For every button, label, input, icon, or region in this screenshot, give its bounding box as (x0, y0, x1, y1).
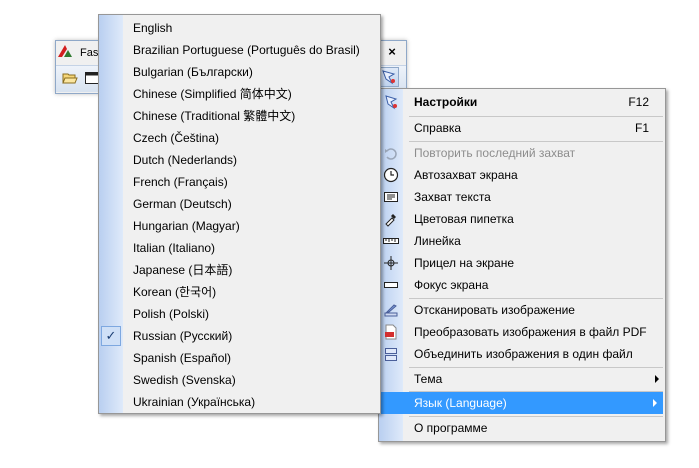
menu-item-label: French (Français) (133, 175, 228, 189)
lang-item-chinese-simplified[interactable]: Chinese (Simplified 简体中文) (99, 83, 380, 105)
menu-item-repeat-capture[interactable]: Повторить последний захват (379, 142, 665, 164)
lang-item-czech[interactable]: Czech (Čeština) (99, 127, 380, 149)
lang-item-bulgarian[interactable]: Bulgarian (Български) (99, 61, 380, 83)
menu-item-label: Прицел на экране (414, 256, 515, 270)
close-button[interactable]: × (384, 43, 400, 61)
menu-item-label: Захват текста (414, 190, 491, 204)
menu-item-auto-capture[interactable]: Автозахват экрана (379, 164, 665, 186)
menu-item-label: Цветовая пипетка (414, 212, 514, 226)
lang-item-italian[interactable]: Italian (Italiano) (99, 237, 380, 259)
menu-item-label: Фокус экрана (414, 278, 489, 292)
menu-item-label: Russian (Русский) (133, 329, 233, 343)
menu-item-color-picker[interactable]: Цветовая пипетка (379, 208, 665, 230)
menu-item-label: Dutch (Nederlands) (133, 153, 238, 167)
menu-item-label: Czech (Čeština) (133, 131, 220, 145)
menu-item-label: Bulgarian (Български) (133, 65, 253, 79)
pdf-icon (385, 324, 397, 340)
menu-item-label: Japanese (日本語) (133, 263, 233, 277)
menu-item-label: Отсканировать изображение (414, 303, 575, 317)
lang-item-korean[interactable]: Korean (한국어) (99, 281, 380, 303)
menu-item-combine[interactable]: Объединить изображения в один файл (379, 343, 665, 365)
menu-item-focus[interactable]: Фокус экрана (379, 274, 665, 296)
lang-item-spanish[interactable]: Spanish (Español) (99, 347, 380, 369)
menu-item-label: Hungarian (Magyar) (133, 219, 240, 233)
menu-item-theme[interactable]: Тема (379, 368, 665, 390)
lang-item-dutch[interactable]: Dutch (Nederlands) (99, 149, 380, 171)
menu-item-label: Справка (414, 121, 462, 135)
app-title: Fast (80, 47, 102, 59)
menu-item-label: О программе (414, 421, 488, 435)
check-mark-icon: ✓ (101, 326, 121, 346)
lang-item-ukrainian[interactable]: Ukrainian (Українська) (99, 391, 380, 413)
menu-item-label: Chinese (Traditional 繁體中文) (133, 109, 296, 123)
lang-item-chinese-traditional[interactable]: Chinese (Traditional 繁體中文) (99, 105, 380, 127)
combine-images-icon (385, 348, 397, 361)
lang-item-swedish[interactable]: Swedish (Svenska) (99, 369, 380, 391)
open-folder-icon[interactable] (62, 70, 78, 86)
menu-item-language[interactable]: Язык (Language) (381, 392, 663, 414)
menu-item-crosshair[interactable]: Прицел на экране (379, 252, 665, 274)
lang-item-japanese[interactable]: Japanese (日本語) (99, 259, 380, 281)
menu-item-scan[interactable]: Отсканировать изображение (379, 299, 665, 321)
menu-item-label: Brazilian Portuguese (Português do Brasi… (133, 43, 360, 57)
menu-item-help[interactable]: Справка F1 (379, 117, 665, 139)
lang-item-polish[interactable]: Polish (Polski) (99, 303, 380, 325)
menu-item-label: Polish (Polski) (133, 307, 210, 321)
menu-item-label: Линейка (414, 234, 461, 248)
menu-item-label: Chinese (Simplified 简体中文) (133, 87, 292, 101)
lang-item-brazilian-portuguese[interactable]: Brazilian Portuguese (Português do Brasi… (99, 39, 380, 61)
settings-icon (385, 95, 398, 110)
menu-item-text-capture[interactable]: Захват текста (379, 186, 665, 208)
menu-item-to-pdf[interactable]: Преобразовать изображения в файл PDF (379, 321, 665, 343)
scanner-icon (384, 304, 398, 317)
menu-item-label: Swedish (Svenska) (133, 373, 236, 387)
menu-item-label: Настройки (414, 95, 478, 109)
menu-item-label: Язык (Language) (414, 396, 507, 410)
menu-item-label: German (Deutsch) (133, 197, 232, 211)
language-submenu: English Brazilian Portuguese (Português … (98, 14, 381, 414)
eyedropper-icon (385, 214, 396, 227)
menu-item-label: Преобразовать изображения в файл PDF (414, 325, 647, 339)
lang-item-german[interactable]: German (Deutsch) (99, 193, 380, 215)
lang-item-hungarian[interactable]: Hungarian (Magyar) (99, 215, 380, 237)
shortcut-text: F1 (634, 121, 649, 135)
repeat-icon (385, 148, 397, 160)
menu-item-label: Тема (414, 372, 443, 386)
menu-item-label: Автозахват экрана (414, 168, 518, 182)
menu-item-about[interactable]: О программе (379, 417, 665, 439)
menu-item-label: Italian (Italiano) (133, 241, 216, 255)
menu-trigger-button[interactable] (379, 67, 399, 87)
context-menu: Настройки F12 Справка F1 Повторить после… (378, 88, 666, 442)
capture-menu-icon (382, 70, 396, 85)
ruler-icon (383, 238, 399, 244)
text-capture-icon (384, 192, 398, 202)
menu-item-settings[interactable]: Настройки F12 (379, 91, 665, 113)
clock-icon (383, 167, 399, 183)
crosshair-icon (384, 256, 398, 270)
submenu-arrow-icon (655, 375, 659, 383)
focus-icon (384, 282, 398, 288)
menu-item-label: Spanish (Español) (133, 351, 232, 365)
lang-item-russian[interactable]: ✓ Russian (Русский) (99, 325, 380, 347)
lang-item-english[interactable]: English (99, 17, 380, 39)
menu-item-label: Объединить изображения в один файл (414, 347, 633, 361)
menu-item-label: Korean (한국어) (133, 285, 217, 299)
submenu-arrow-icon (653, 399, 657, 407)
menu-item-label: English (133, 21, 173, 35)
menu-item-label: Ukrainian (Українська) (133, 395, 256, 409)
lang-item-french[interactable]: French (Français) (99, 171, 380, 193)
menu-item-ruler[interactable]: Линейка (379, 230, 665, 252)
menu-item-label: Повторить последний захват (414, 146, 576, 160)
shortcut-text: F12 (628, 95, 649, 109)
